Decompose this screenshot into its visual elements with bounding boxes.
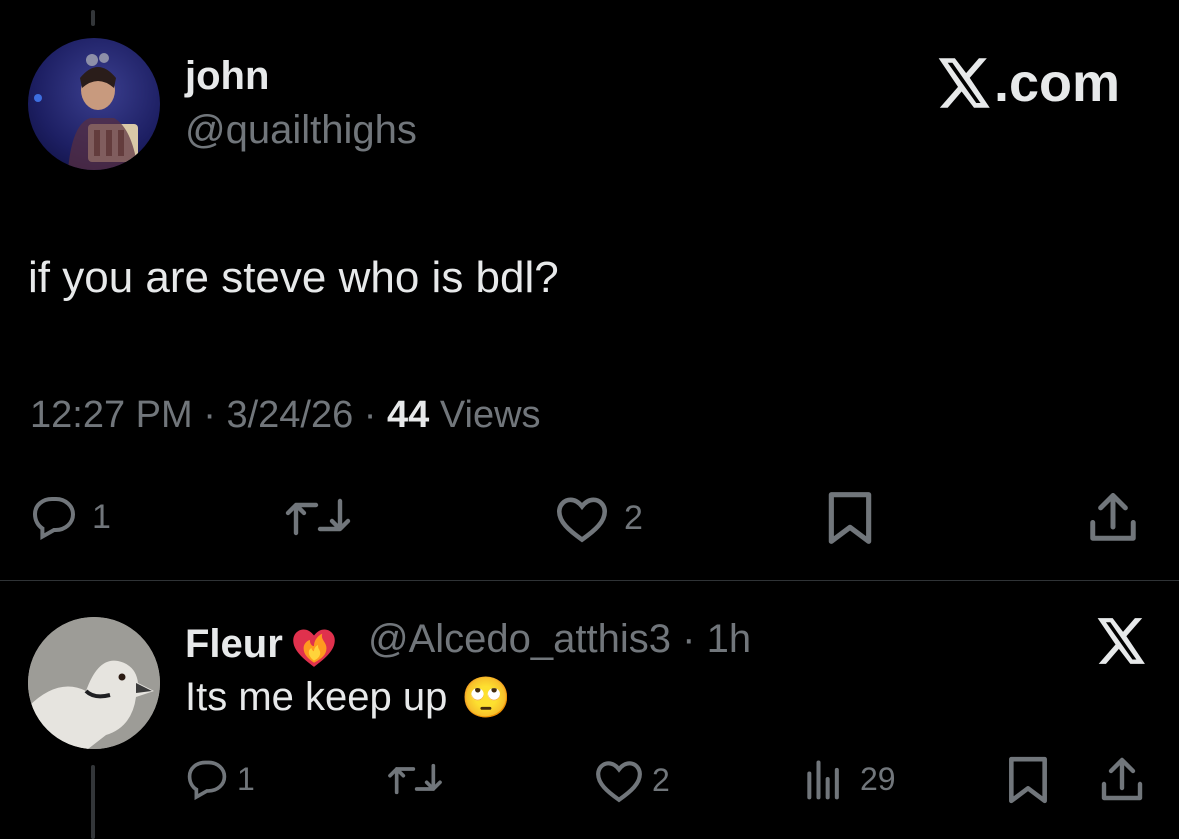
repost-icon	[388, 763, 442, 795]
thread-line-top	[91, 10, 95, 26]
like-button[interactable]: 2	[554, 493, 643, 543]
reply-icon	[32, 497, 76, 541]
reply-author-handle[interactable]: @Alcedo_atthis3	[368, 617, 671, 661]
reply-text-content: Its me keep up	[185, 675, 448, 719]
share-icon	[1090, 493, 1136, 541]
brand-label[interactable]: .com	[938, 52, 1120, 114]
reply-x-logo[interactable]	[1097, 618, 1147, 669]
views-count: 44	[387, 394, 430, 436]
heart-icon	[556, 497, 608, 543]
author-handle[interactable]: @quailthighs	[185, 108, 417, 153]
reply-like-count: 2	[652, 761, 670, 798]
views-chart-icon	[807, 760, 839, 800]
reply-author-avatar[interactable]	[28, 617, 160, 749]
meta-separator: ·	[682, 617, 696, 661]
reply-author-name[interactable]: Fleur	[185, 617, 339, 671]
author-avatar[interactable]	[28, 38, 160, 170]
reply-share-button[interactable]	[1098, 755, 1146, 805]
repost-button[interactable]	[282, 493, 354, 541]
reply-author-name-text: Fleur	[185, 621, 283, 666]
reply-count: 1	[92, 497, 111, 536]
share-button[interactable]	[1086, 490, 1140, 546]
reply-metadata: @Alcedo_atthis3 · 1h	[368, 617, 751, 662]
avatar-photo	[34, 53, 138, 170]
meta-separator: ·	[363, 394, 377, 436]
reply-like-button[interactable]: 2	[594, 757, 670, 803]
brand-domain: .com	[994, 53, 1121, 113]
meta-separator: ·	[203, 394, 216, 436]
heart-icon	[596, 761, 642, 803]
views-label: Views	[439, 394, 541, 436]
tweet-time[interactable]: 12:27 PM	[30, 394, 193, 436]
repost-icon	[285, 498, 351, 536]
eye-roll-emoji: 🙄	[461, 676, 512, 720]
author-name[interactable]: john	[185, 54, 269, 99]
reply-text: Its me keep up 🙄	[185, 674, 511, 721]
tweet-date[interactable]: 3/24/26	[226, 394, 353, 436]
reply-reply-button[interactable]: 1	[185, 757, 255, 801]
tweet-metadata: 12:27 PM · 3/24/26 · 44 Views	[30, 394, 541, 437]
reply-repost-button[interactable]	[385, 757, 445, 801]
x-logo-icon	[1097, 618, 1145, 664]
reply-button[interactable]: 1	[30, 493, 111, 541]
reply-reply-count: 1	[237, 760, 255, 797]
reply-icon	[187, 760, 227, 801]
reply-age[interactable]: 1h	[707, 617, 752, 661]
bookmark-icon	[828, 492, 872, 544]
x-logo-icon	[938, 58, 990, 108]
bookmark-icon	[1009, 756, 1047, 804]
bookmark-button[interactable]	[824, 490, 876, 546]
heart-on-fire-emoji	[293, 629, 335, 667]
tweet-divider	[0, 580, 1179, 581]
reply-view-count: 29	[860, 760, 896, 797]
reply-bookmark-button[interactable]	[1005, 755, 1051, 805]
reply-views-button[interactable]: 29	[802, 757, 896, 801]
tweet-text: if you are steve who is bdl?	[28, 253, 559, 302]
like-count: 2	[624, 498, 643, 537]
dove-photo	[28, 617, 160, 749]
share-icon	[1101, 757, 1143, 801]
thread-line-bottom	[91, 765, 95, 839]
